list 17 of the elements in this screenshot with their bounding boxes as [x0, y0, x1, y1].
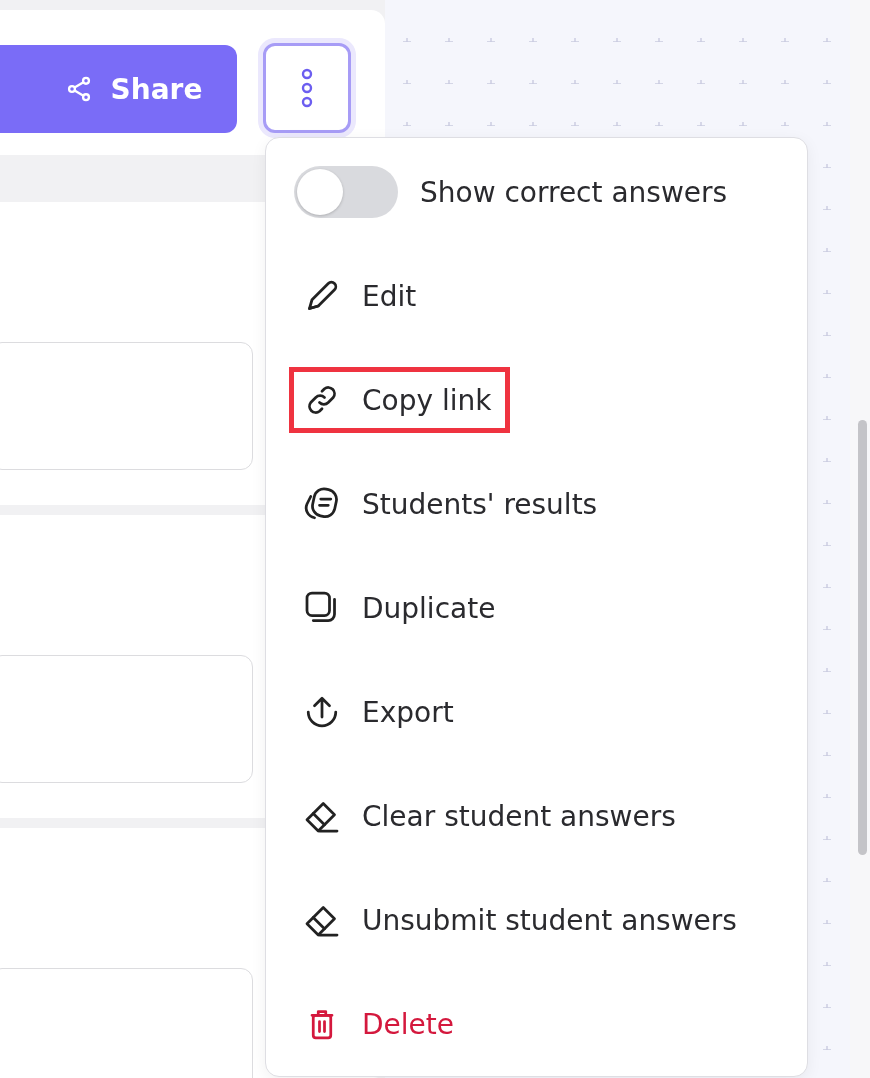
menu-item[interactable]: Edit: [289, 263, 436, 329]
menu-item[interactable]: Copy link: [289, 367, 511, 433]
share-button[interactable]: Share: [0, 45, 237, 133]
toggle-switch[interactable]: [294, 166, 398, 218]
scrollbar-thumb[interactable]: [858, 420, 867, 855]
answer-box[interactable]: [0, 968, 253, 1078]
menu-item[interactable]: Unsubmit student answers: [289, 887, 756, 953]
menu-item[interactable]: Students' results: [289, 471, 617, 537]
menu-item[interactable]: Duplicate: [289, 575, 515, 641]
menu-item[interactable]: Delete: [289, 991, 473, 1057]
answer-box[interactable]: [0, 655, 253, 784]
toggle-label: Show correct answers: [420, 175, 728, 209]
kebab-icon: [300, 66, 314, 110]
menu-item[interactable]: Clear student answers: [289, 783, 695, 849]
menu-item[interactable]: Export: [289, 679, 473, 745]
answer-box[interactable]: [0, 342, 253, 471]
menu-item[interactable]: Show correct answers: [266, 140, 807, 244]
